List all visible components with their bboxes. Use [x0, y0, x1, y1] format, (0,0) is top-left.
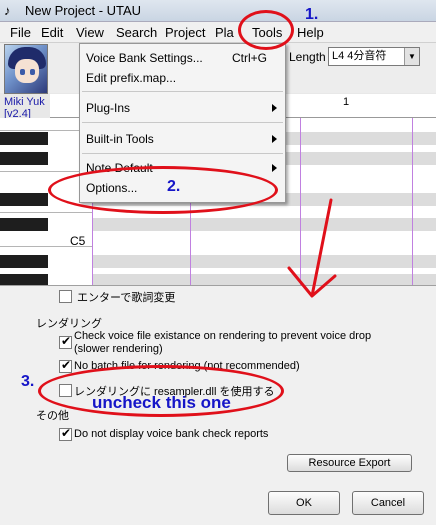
menu-help[interactable]: Help	[297, 25, 324, 40]
annotation-arrow-icon	[287, 198, 337, 298]
shortcut-label: Ctrl+G	[232, 51, 268, 65]
menu-item-voicebank-settings[interactable]: Voice Bank Settings... Ctrl+G	[80, 48, 285, 68]
submenu-arrow-icon	[272, 104, 277, 112]
beat-line	[412, 118, 413, 285]
chevron-down-icon[interactable]: ▼	[404, 48, 419, 65]
black-key[interactable]	[0, 132, 48, 145]
no-voicebank-check-reports-checkbox[interactable]	[59, 426, 72, 441]
menu-item-edit-prefix-map[interactable]: Edit prefix.map...	[80, 68, 285, 88]
menu-bar: File Edit View Search Project Pla Tools …	[0, 22, 436, 43]
other-section-header: その他	[36, 410, 69, 422]
window-title: New Project - UTAU	[25, 3, 142, 18]
check-voice-file-checkbox[interactable]	[59, 334, 72, 349]
submenu-arrow-icon	[272, 135, 277, 143]
menu-view[interactable]: View	[76, 25, 104, 40]
no-batch-file-checkbox[interactable]	[59, 358, 72, 373]
menu-item-label: Built-in Tools	[86, 132, 154, 146]
annotation-step-1: 1.	[305, 6, 319, 23]
menu-item-label: Edit prefix.map...	[86, 71, 177, 85]
menu-edit[interactable]: Edit	[41, 25, 63, 40]
menu-item-label: Plug-Ins	[86, 101, 131, 115]
submenu-arrow-icon	[272, 164, 277, 172]
black-key[interactable]	[0, 255, 48, 268]
menu-item-plug-ins[interactable]: Plug-Ins	[80, 98, 285, 118]
annotation-oval-tools	[238, 10, 294, 50]
menu-file[interactable]: File	[10, 25, 31, 40]
singer-avatar[interactable]	[4, 44, 48, 94]
black-key[interactable]	[0, 193, 48, 206]
menu-project[interactable]: Project	[165, 25, 205, 40]
annotation-oval-options	[48, 166, 278, 214]
check-voice-file-label-cont: (slower rendering)	[74, 343, 163, 355]
black-key[interactable]	[0, 152, 48, 165]
app-icon: ♪	[4, 3, 11, 18]
length-select-value: L4 4分音符	[332, 50, 387, 62]
grid-lane	[92, 255, 436, 268]
cancel-button[interactable]: Cancel	[352, 491, 424, 515]
resource-export-button[interactable]: Resource Export	[287, 454, 412, 472]
no-voicebank-check-reports-label: Do not display voice bank check reports	[74, 428, 269, 440]
menu-separator	[82, 153, 283, 154]
annotation-uncheck-note: uncheck this one	[92, 393, 231, 412]
ok-button[interactable]: OK	[268, 491, 340, 515]
check-voice-file-label: Check voice file existance on rendering …	[74, 330, 372, 342]
annotation-step-3: 3.	[21, 373, 35, 390]
measure-number: 1	[343, 96, 350, 108]
menu-search[interactable]: Search	[116, 25, 157, 40]
menu-play[interactable]: Pla	[215, 25, 234, 40]
title-bar[interactable]: ♪ New Project - UTAU	[0, 0, 436, 22]
menu-item-built-in-tools[interactable]: Built-in Tools	[80, 129, 285, 149]
grid-lane	[92, 218, 436, 231]
menu-separator	[82, 122, 283, 123]
avatar-eye	[30, 69, 35, 75]
key-divider	[0, 212, 92, 213]
lyric-change-on-enter-checkbox[interactable]	[59, 290, 72, 303]
lyric-change-on-enter-label: エンターで歌詞変更	[77, 292, 176, 304]
menu-item-label: Voice Bank Settings...	[86, 51, 203, 65]
avatar-eye	[20, 69, 25, 75]
rendering-section-header: レンダリング	[36, 318, 102, 330]
menu-separator	[82, 91, 283, 92]
black-key[interactable]	[0, 218, 48, 231]
avatar-face	[15, 59, 39, 83]
c5-label: C5	[70, 234, 86, 248]
length-select[interactable]: L4 4分音符 ▼	[328, 47, 420, 66]
singer-name[interactable]: Miki Yuk	[4, 96, 45, 108]
length-label: Length	[289, 50, 326, 64]
